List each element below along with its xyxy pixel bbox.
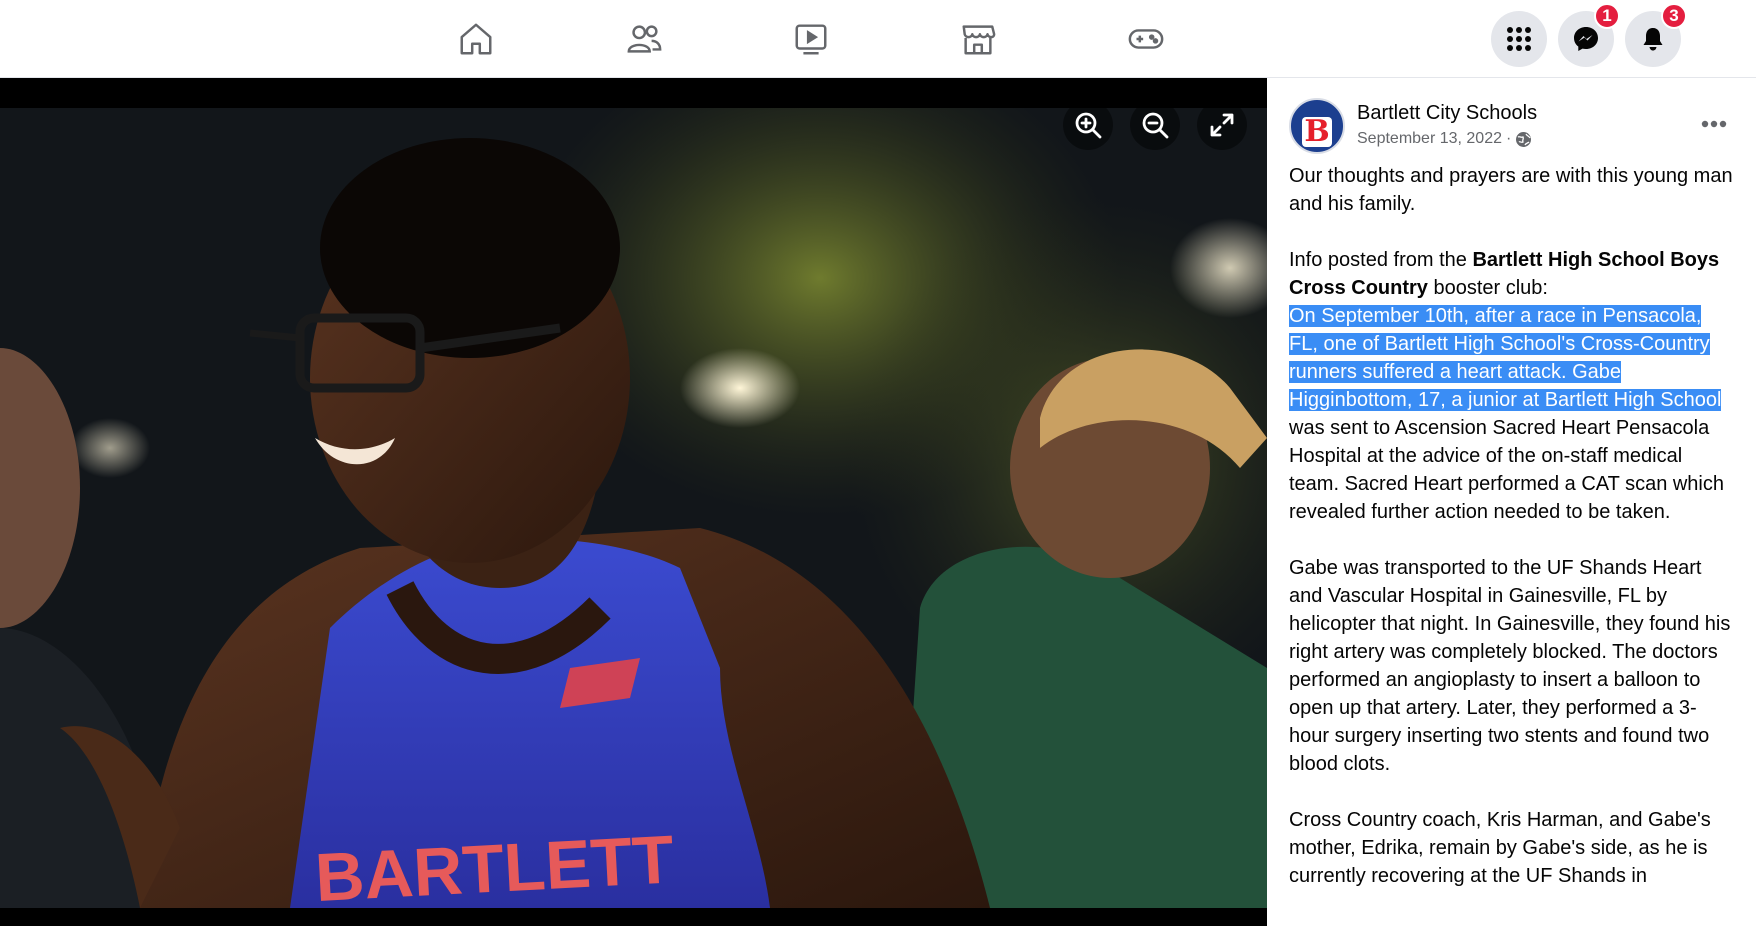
messenger-icon (1574, 27, 1598, 51)
gaming-tab[interactable] (1110, 14, 1182, 64)
meta-separator: · (1506, 130, 1512, 147)
gaming-icon (1128, 29, 1164, 49)
messenger-badge: 1 (1594, 3, 1620, 29)
menu-button[interactable] (1491, 11, 1547, 67)
page-name-link[interactable]: Bartlett City Schools (1357, 102, 1537, 125)
fullscreen-button[interactable] (1197, 100, 1247, 150)
paragraph-2-prefix: Info posted from the (1289, 249, 1473, 271)
photo-viewer: BARTLETT (0, 78, 1267, 926)
post-date[interactable]: September 13, 2022 (1357, 130, 1502, 148)
messenger-button[interactable]: 1 (1558, 3, 1620, 67)
friends-icon (627, 25, 662, 53)
runner-photo-illustration: BARTLETT (0, 108, 1267, 908)
post-photo[interactable]: BARTLETT (0, 108, 1267, 908)
notifications-button[interactable]: 3 (1625, 3, 1687, 67)
zoom-in-button[interactable] (1063, 100, 1113, 150)
paragraph-2-rest: was sent to Ascension Sacred Heart Pensa… (1289, 417, 1724, 523)
marketplace-tab[interactable] (942, 14, 1014, 64)
post-header: B Bartlett City Schools September 13, 20… (1289, 98, 1734, 160)
paragraph-2-suffix: booster club: (1427, 277, 1548, 299)
zoom-out-button[interactable] (1130, 100, 1180, 150)
globe-icon (1516, 131, 1532, 147)
post-paragraph-4: Cross Country coach, Kris Harman, and Ga… (1289, 809, 1711, 887)
post-paragraph-1: Our thoughts and prayers are with this y… (1289, 165, 1733, 215)
zoom-in-icon (1075, 112, 1102, 139)
bell-icon (1643, 28, 1663, 51)
watch-icon (795, 24, 827, 55)
fullscreen-icon (1210, 113, 1234, 137)
post-paragraph-3: Gabe was transported to the UF Shands He… (1289, 557, 1731, 775)
post-body: Our thoughts and prayers are with this y… (1289, 162, 1734, 890)
top-navigation-bar: 1 3 (0, 0, 1756, 78)
home-tab[interactable] (440, 14, 512, 64)
notifications-badge: 3 (1661, 3, 1687, 29)
zoom-out-icon (1142, 112, 1169, 139)
more-horizontal-icon (1701, 120, 1727, 128)
grid-menu-icon (1507, 27, 1531, 51)
marketplace-icon (962, 25, 996, 55)
post-details-panel: B Bartlett City Schools September 13, 20… (1267, 78, 1756, 926)
friends-tab[interactable] (608, 14, 680, 64)
home-icon (460, 23, 492, 55)
post-paragraph-2: Info posted from the Bartlett High Schoo… (1289, 246, 1734, 526)
selected-text: On September 10th, after a race in Pensa… (1289, 305, 1722, 411)
avatar-letter: B (1302, 117, 1332, 147)
more-options-button[interactable] (1694, 106, 1734, 142)
avatar[interactable]: B (1289, 98, 1345, 154)
watch-tab[interactable] (775, 14, 847, 64)
post-meta: September 13, 2022 · (1357, 130, 1532, 148)
